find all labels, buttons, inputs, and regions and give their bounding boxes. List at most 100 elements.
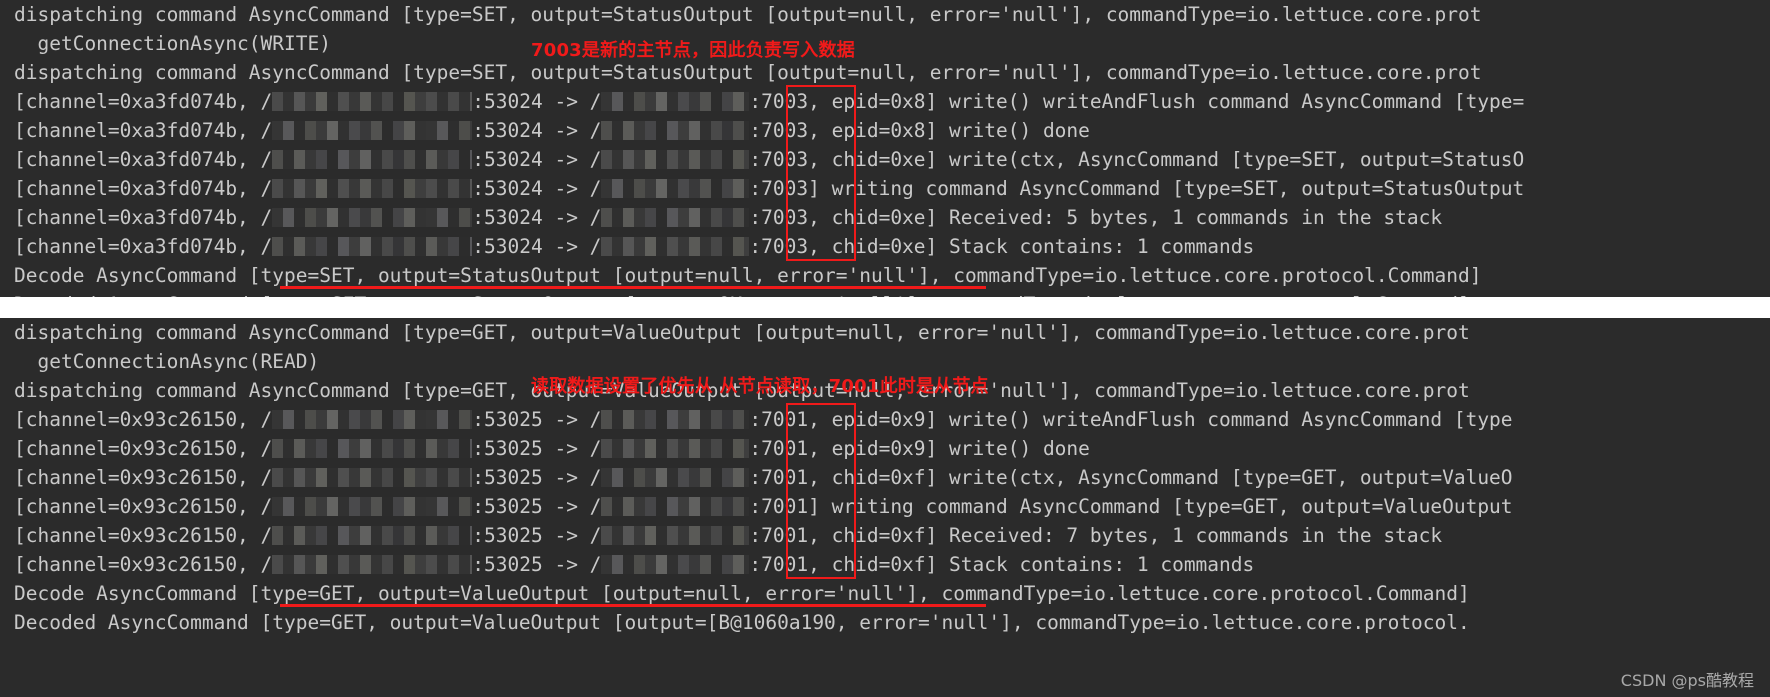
- log-text: :53025 -> /: [472, 553, 602, 576]
- log-text: :53024 -> /: [472, 148, 602, 171]
- log-text: [channel=0xa3fd074b, /: [14, 90, 273, 113]
- log-text: [channel=0xa3fd074b, /: [14, 235, 273, 258]
- log-text: , chid=0xe] write(ctx, AsyncCommand [typ…: [808, 148, 1525, 171]
- port-number: 7001: [761, 524, 809, 547]
- log-text: :: [749, 177, 762, 200]
- log-text: dispatching command AsyncCommand [type=S…: [14, 61, 1482, 84]
- log-text: , epid=0x9] write() done: [808, 437, 1090, 460]
- log-text: :53025 -> /: [472, 408, 602, 431]
- console-panel-write: dispatching command AsyncCommand [type=S…: [0, 0, 1770, 297]
- log-text: getConnectionAsync(WRITE): [14, 32, 331, 55]
- redacted-ip-mosaic: [601, 410, 750, 429]
- log-line: dispatching command AsyncCommand [type=G…: [0, 318, 1770, 347]
- log-text: :53025 -> /: [472, 495, 602, 518]
- log-text: dispatching command AsyncCommand [type=G…: [14, 321, 1470, 344]
- panel-divider: [0, 297, 1770, 318]
- log-text: Decode AsyncCommand [type=SET, output=St…: [14, 264, 1482, 287]
- log-line: [channel=0x93c26150, /:53025 -> /:7001, …: [0, 434, 1770, 463]
- log-line: [channel=0xa3fd074b, /:53024 -> /:7003] …: [0, 174, 1770, 203]
- redacted-ip-mosaic: [272, 92, 473, 111]
- log-line: [channel=0xa3fd074b, /:53024 -> /:7003, …: [0, 203, 1770, 232]
- redacted-ip-mosaic: [601, 208, 750, 227]
- log-line: dispatching command AsyncCommand [type=S…: [0, 58, 1770, 87]
- log-text: , epid=0x8] write() done: [808, 119, 1090, 142]
- port-number: 7003: [761, 206, 809, 229]
- log-text: , epid=0x9] write() writeAndFlush comman…: [808, 408, 1513, 431]
- port-number: 7003: [761, 119, 809, 142]
- log-text: , chid=0xf] write(ctx, AsyncCommand [typ…: [808, 466, 1513, 489]
- log-text: , chid=0xf] Received: 7 bytes, 1 command…: [808, 524, 1443, 547]
- redacted-ip-mosaic: [601, 179, 750, 198]
- log-line-decoded: Decoded AsyncCommand [type=GET, output=V…: [0, 608, 1770, 637]
- redacted-ip-mosaic: [272, 150, 473, 169]
- redacted-ip-mosaic: [601, 526, 750, 545]
- annotation-write-note: 7003是新的主节点，因此负责写入数据: [531, 40, 855, 61]
- log-text: :: [749, 408, 762, 431]
- redacted-ip-mosaic: [272, 439, 473, 458]
- port-number: 7003: [761, 177, 809, 200]
- csdn-watermark: CSDN @ps酷教程: [1620, 671, 1754, 690]
- port-number: 7001: [761, 495, 809, 518]
- log-text: dispatching command AsyncCommand [type=S…: [14, 3, 1482, 26]
- log-line: [channel=0xa3fd074b, /:53024 -> /:7003, …: [0, 87, 1770, 116]
- log-text: [channel=0x93c26150, /: [14, 524, 273, 547]
- log-text: getConnectionAsync(READ): [14, 350, 320, 373]
- log-text: [channel=0xa3fd074b, /: [14, 148, 273, 171]
- log-text: :: [749, 553, 762, 576]
- log-text: [channel=0x93c26150, /: [14, 408, 273, 431]
- port-number: 7003: [761, 235, 809, 258]
- redacted-ip-mosaic: [601, 497, 750, 516]
- port-number: 7001: [761, 408, 809, 431]
- redacted-ip-mosaic: [272, 410, 473, 429]
- redacted-ip-mosaic: [601, 150, 750, 169]
- log-text: :: [749, 495, 762, 518]
- log-text: ] writing command AsyncCommand [type=SET…: [808, 177, 1525, 200]
- log-text: :: [749, 437, 762, 460]
- log-text: :53024 -> /: [472, 90, 602, 113]
- log-screenshot: dispatching command AsyncCommand [type=S…: [0, 0, 1770, 697]
- redacted-ip-mosaic: [272, 555, 473, 574]
- log-text: [channel=0x93c26150, /: [14, 495, 273, 518]
- log-text: :53025 -> /: [472, 466, 602, 489]
- port-number: 7003: [761, 90, 809, 113]
- redacted-ip-mosaic: [272, 179, 473, 198]
- redacted-ip-mosaic: [601, 121, 750, 140]
- log-text: :53025 -> /: [472, 524, 602, 547]
- decode-underline: [280, 286, 986, 289]
- port-number: 7001: [761, 553, 809, 576]
- log-text: [channel=0x93c26150, /: [14, 553, 273, 576]
- decode-underline: [280, 604, 986, 607]
- log-line: [channel=0xa3fd074b, /:53024 -> /:7003, …: [0, 145, 1770, 174]
- redacted-ip-mosaic: [601, 555, 750, 574]
- log-text: , epid=0x8] write() writeAndFlush comman…: [808, 90, 1525, 113]
- log-text: :53024 -> /: [472, 206, 602, 229]
- log-text: :53024 -> /: [472, 119, 602, 142]
- redacted-ip-mosaic: [272, 237, 473, 256]
- redacted-ip-mosaic: [272, 497, 473, 516]
- log-text: :: [749, 119, 762, 142]
- log-line: dispatching command AsyncCommand [type=S…: [0, 0, 1770, 29]
- redacted-ip-mosaic: [272, 121, 473, 140]
- log-line: [channel=0x93c26150, / :53025 -> /:7001, …: [0, 521, 1770, 550]
- log-text: , chid=0xe] Received: 5 bytes, 1 command…: [808, 206, 1443, 229]
- log-text: [channel=0xa3fd074b, /: [14, 206, 273, 229]
- redacted-ip-mosaic: [272, 208, 473, 227]
- log-line: [channel=0x93c26150, /:53025 -> /:7001, …: [0, 463, 1770, 492]
- redacted-ip-mosaic: [601, 92, 750, 111]
- log-text: :53025 -> /: [472, 437, 602, 460]
- redacted-ip-mosaic: [601, 468, 750, 487]
- log-text: , chid=0xf] Stack contains: 1 commands: [808, 553, 1255, 576]
- log-text: :: [749, 524, 762, 547]
- log-text: ] writing command AsyncCommand [type=GET…: [808, 495, 1513, 518]
- log-line: [channel=0x93c26150, / :53025 -> /:7001, …: [0, 550, 1770, 579]
- log-line: getConnectionAsync(WRITE): [0, 29, 1770, 58]
- log-line: [channel=0xa3fd074b, /:53024 -> /:7003, …: [0, 232, 1770, 261]
- log-text: Decode AsyncCommand [type=GET, output=Va…: [14, 582, 1470, 605]
- log-text: , chid=0xe] Stack contains: 1 commands: [808, 235, 1255, 258]
- log-line: [channel=0x93c26150, / :53025 -> /:7001, …: [0, 405, 1770, 434]
- redacted-ip-mosaic: [601, 237, 750, 256]
- redacted-ip-mosaic: [601, 439, 750, 458]
- port-number: 7001: [761, 437, 809, 460]
- redacted-ip-mosaic: [272, 526, 473, 545]
- port-number: 7003: [761, 148, 809, 171]
